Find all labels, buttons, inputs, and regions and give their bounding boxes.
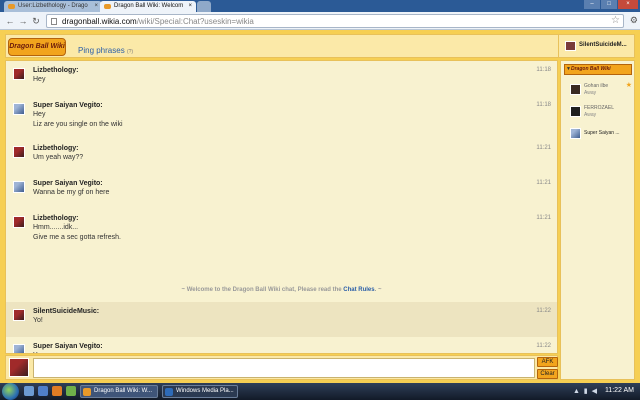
close-tab-icon[interactable]: ×: [94, 1, 98, 12]
media-player-icon: [165, 388, 173, 396]
avatar[interactable]: [13, 181, 25, 193]
message-time: 11:21: [536, 145, 551, 151]
wiki-favicon-icon: [8, 4, 15, 9]
chat-message: Lizbethology: 11:21 Hmm.......idk... Giv…: [6, 209, 557, 251]
message-author[interactable]: Lizbethology:: [33, 145, 79, 152]
current-user[interactable]: SilentSuicideM...: [558, 35, 635, 57]
avatar: [570, 128, 581, 139]
windows-taskbar: Dragon Ball Wiki: W... Windows Media Pla…: [0, 383, 640, 400]
back-icon[interactable]: ←: [4, 15, 16, 27]
chat-page: Dragon Ball Wiki Ping phrases (?) Silent…: [0, 30, 640, 383]
ping-count: (?): [126, 49, 134, 55]
maximize-icon[interactable]: □: [601, 0, 617, 9]
address-toolbar: ← → ↻ dragonball.wikia.com/wiki/Special:…: [0, 12, 640, 30]
tab-label: Dragon Ball Wiki: Welcom: [114, 3, 184, 9]
message-author[interactable]: Super Saiyan Vegito:: [33, 343, 103, 350]
avatar: [570, 106, 581, 117]
window-controls: – □ ×: [583, 0, 638, 10]
chat-message: Super Saiyan Vegito: 11:18 Hey Liz are y…: [6, 96, 557, 131]
avatar[interactable]: [13, 216, 25, 228]
wiki-logo[interactable]: Dragon Ball Wiki: [8, 38, 66, 56]
avatar[interactable]: [13, 309, 25, 321]
chat-message: Super Saiyan Vegito: 11:22 Yo: [6, 337, 557, 353]
avatar: [570, 84, 581, 95]
ping-phrases-link[interactable]: Ping phrases (?): [78, 46, 133, 55]
avatar[interactable]: [13, 344, 25, 353]
welcome-notice: ~ Welcome to the Dragon Ball Wiki chat, …: [181, 287, 382, 293]
message-text: Wanna be my gf on here: [33, 189, 110, 196]
wiki-favicon-icon: [83, 388, 91, 396]
clear-button[interactable]: Clear: [537, 369, 558, 379]
message-text: Hey: [33, 111, 46, 118]
bookmark-star-icon[interactable]: ☆: [611, 15, 620, 26]
avatar: [565, 41, 576, 51]
minimize-icon[interactable]: –: [584, 0, 600, 9]
user-list: ▼ Dragon Ball Wiki Gohan ilbe Away ★ FER…: [560, 60, 635, 380]
explorer-icon[interactable]: [24, 386, 34, 396]
message-text: Hey: [33, 76, 46, 83]
wrench-menu-icon[interactable]: ⚙: [630, 15, 638, 26]
message-time: 11:22: [536, 308, 551, 314]
avatar[interactable]: [13, 68, 25, 80]
close-window-icon[interactable]: ×: [618, 0, 638, 9]
forward-icon[interactable]: →: [17, 15, 29, 27]
message-text: Give me a sec gotta refresh.: [33, 234, 121, 241]
user-list-item[interactable]: Super Saiyan ...: [561, 125, 635, 147]
user-list-item[interactable]: Gohan ilbe Away ★: [561, 81, 635, 103]
message-author[interactable]: Lizbethology:: [33, 67, 79, 74]
wiki-favicon-icon: [104, 4, 111, 9]
message-time: 11:21: [536, 180, 551, 186]
ie-icon[interactable]: [38, 386, 48, 396]
system-tray-icons[interactable]: ▲ ▮ ◀: [573, 387, 598, 395]
message-author[interactable]: SilentSuicideMusic:: [33, 308, 99, 315]
avatar[interactable]: [13, 146, 25, 158]
media-player-icon[interactable]: [52, 386, 62, 396]
chat-message: SilentSuicideMusic: 11:22 Yo!: [6, 302, 557, 337]
clock[interactable]: 11:22 AM: [605, 387, 634, 394]
message-time: 11:18: [536, 67, 551, 73]
browser-tab-bar: User:Lizbethology - Drago × Dragon Ball …: [0, 0, 640, 12]
chat-message: Lizbethology: 11:18 Hey: [6, 61, 557, 96]
tab-label: User:Lizbethology - Drago: [18, 3, 88, 9]
message-text: Yo: [33, 352, 41, 353]
message-text: Yo!: [33, 317, 43, 324]
chat-message: Lizbethology: 11:21 Um yeah way??: [6, 139, 557, 174]
message-text: Hmm.......idk...: [33, 224, 79, 231]
message-time: 11:18: [536, 102, 551, 108]
message-time: 11:22: [536, 343, 551, 349]
page-icon: [51, 18, 57, 25]
chat-messages[interactable]: Lizbethology: 11:18 Hey Super Saiyan Veg…: [5, 60, 558, 354]
star-icon: ★: [625, 82, 632, 89]
taskbar-item-media-player[interactable]: Windows Media Pla...: [162, 385, 238, 398]
message-text: Um yeah way??: [33, 154, 84, 161]
message-input[interactable]: [33, 358, 535, 378]
message-author[interactable]: Super Saiyan Vegito:: [33, 180, 103, 187]
url-text: dragonball.wikia.com/wiki/Special:Chat?u…: [62, 17, 254, 26]
afk-button[interactable]: AFK: [537, 357, 558, 367]
close-tab-icon[interactable]: ×: [188, 1, 192, 12]
current-user-name: SilentSuicideM...: [579, 42, 627, 48]
tab-user-lizbethology[interactable]: User:Lizbethology - Drago ×: [4, 1, 102, 12]
collapse-triangle-icon[interactable]: ▼: [566, 65, 571, 74]
url-field[interactable]: dragonball.wikia.com/wiki/Special:Chat?u…: [46, 14, 624, 28]
message-composer: AFK Clear: [5, 355, 558, 380]
chat-rules-link[interactable]: Chat Rules: [343, 287, 374, 293]
new-tab-button[interactable]: [197, 1, 211, 12]
start-button[interactable]: [2, 383, 19, 400]
wiki-room-header[interactable]: ▼ Dragon Ball Wiki: [564, 64, 632, 75]
message-author[interactable]: Super Saiyan Vegito:: [33, 102, 103, 109]
chat-header: Dragon Ball Wiki Ping phrases (?) Silent…: [5, 34, 635, 58]
avatar[interactable]: [13, 103, 25, 115]
user-list-item[interactable]: FERROZAEL Away: [561, 103, 635, 125]
message-text: Liz are you single on the wiki: [33, 121, 123, 128]
chat-message: Super Saiyan Vegito: 11:21 Wanna be my g…: [6, 174, 557, 209]
chrome-icon[interactable]: [66, 386, 76, 396]
tab-dragon-ball-wiki[interactable]: Dragon Ball Wiki: Welcom ×: [100, 1, 196, 12]
message-time: 11:21: [536, 215, 551, 221]
message-author[interactable]: Lizbethology:: [33, 215, 79, 222]
avatar: [9, 358, 29, 377]
reload-icon[interactable]: ↻: [30, 15, 42, 27]
taskbar-item-browser[interactable]: Dragon Ball Wiki: W...: [80, 385, 158, 398]
